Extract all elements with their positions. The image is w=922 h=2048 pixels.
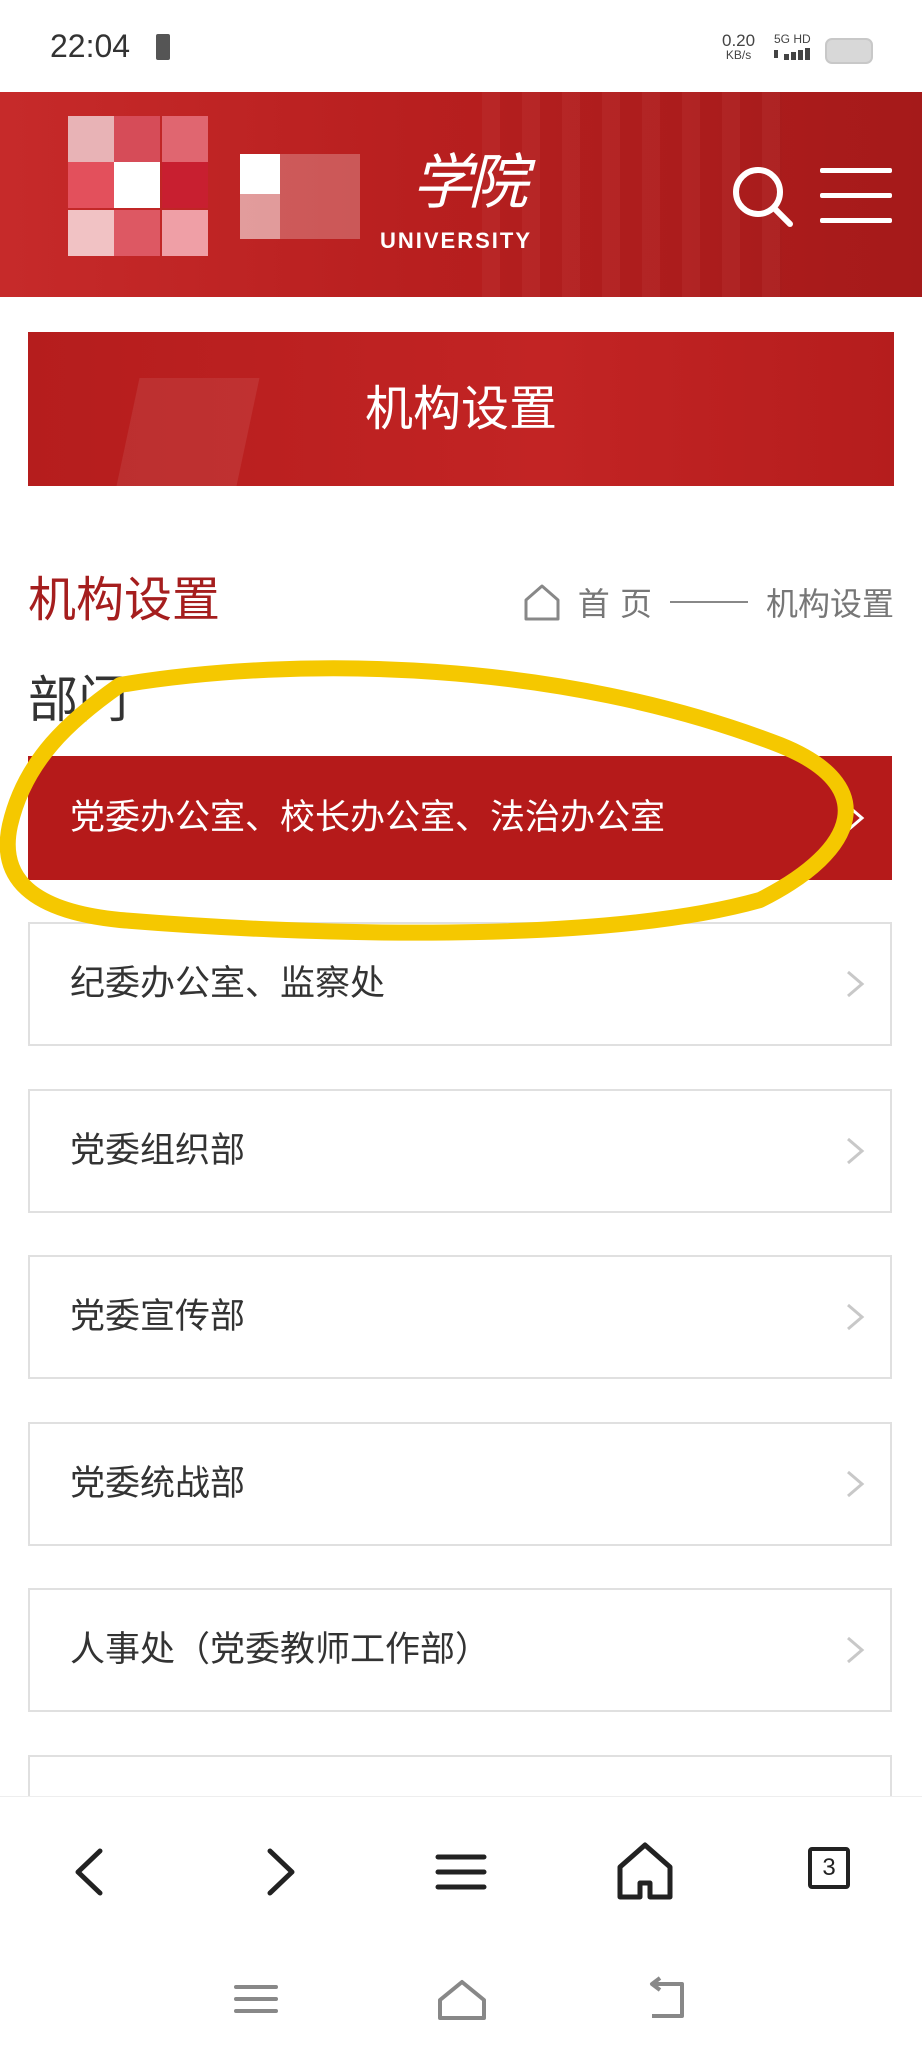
tab-count-button[interactable]: 3 bbox=[808, 1847, 850, 1889]
chevron-right-icon bbox=[847, 1470, 865, 1498]
department-item[interactable]: 党委宣传部 bbox=[28, 1255, 892, 1379]
system-nav-bar bbox=[0, 1946, 922, 2048]
department-item-label: 党委组织部 bbox=[70, 1131, 246, 1171]
home-icon[interactable] bbox=[610, 1837, 680, 1907]
forward-arrow-icon[interactable] bbox=[244, 1837, 314, 1907]
network-speed-value: 0.20 bbox=[722, 31, 756, 50]
signal-label: 5G HD bbox=[774, 32, 811, 46]
logo-english-text: UNIVERSITY bbox=[380, 228, 533, 253]
search-icon[interactable] bbox=[730, 164, 796, 230]
department-item[interactable]: 人事处（党委教师工作部） bbox=[28, 1588, 892, 1712]
department-item-label: 党委统战部 bbox=[70, 1464, 246, 1504]
banner-title: 机构设置 bbox=[364, 381, 557, 437]
page-banner: 机构设置 bbox=[28, 332, 894, 486]
chevron-right-icon bbox=[847, 1636, 865, 1664]
menu-icon[interactable] bbox=[426, 1837, 496, 1907]
department-item[interactable]: 党委统战部 bbox=[28, 1422, 892, 1546]
signal-indicator: 5G HD bbox=[774, 32, 816, 60]
chevron-right-icon bbox=[847, 1303, 865, 1331]
department-group-label: 部门 bbox=[28, 671, 128, 729]
hamburger-menu-icon[interactable] bbox=[820, 168, 892, 224]
signal-bars-icon bbox=[774, 48, 810, 60]
department-item-label: 纪委办公室、监察处 bbox=[70, 964, 386, 1004]
system-home-icon[interactable] bbox=[432, 1974, 492, 2024]
department-item[interactable]: 党委办公室、校长办公室、法治办公室 bbox=[28, 756, 892, 880]
status-time: 22:04 bbox=[50, 28, 131, 64]
breadcrumb: 首 页 机构设置 bbox=[522, 580, 894, 624]
chevron-right-icon bbox=[847, 804, 865, 832]
logo-calligraphy: 学院 bbox=[412, 148, 528, 218]
network-speed-unit: KB/s bbox=[725, 48, 752, 62]
network-speed: 0.20 KB/s bbox=[722, 32, 755, 62]
back-arrow-icon[interactable] bbox=[56, 1837, 126, 1907]
department-item[interactable]: 纪委办公室、监察处 bbox=[28, 922, 892, 1046]
breadcrumb-separator bbox=[669, 601, 748, 603]
site-header: 学院 UNIVERSITY bbox=[0, 92, 922, 297]
university-name-logo bbox=[240, 154, 360, 239]
university-seal-logo[interactable] bbox=[68, 116, 208, 256]
breadcrumb-current: 机构设置 bbox=[765, 585, 894, 623]
notification-icon bbox=[156, 34, 170, 60]
department-item-label: 党委办公室、校长办公室、法治办公室 bbox=[70, 798, 666, 838]
chevron-right-icon bbox=[847, 970, 865, 998]
breadcrumb-home[interactable]: 首 页 bbox=[578, 579, 652, 625]
department-item[interactable]: 党委组织部 bbox=[28, 1089, 892, 1213]
department-item-label: 党委宣传部 bbox=[70, 1297, 246, 1337]
recent-apps-icon[interactable] bbox=[226, 1974, 286, 2024]
battery-icon bbox=[825, 38, 873, 64]
system-back-icon[interactable] bbox=[638, 1974, 698, 2024]
browser-toolbar: 3 bbox=[0, 1796, 922, 1947]
status-bar: 22:04 0.20 KB/s 5G HD bbox=[0, 0, 922, 92]
section-title: 机构设置 bbox=[28, 572, 221, 628]
chevron-right-icon bbox=[847, 1137, 865, 1165]
department-item-label: 人事处（党委教师工作部） bbox=[70, 1630, 491, 1670]
home-icon[interactable] bbox=[522, 582, 562, 622]
